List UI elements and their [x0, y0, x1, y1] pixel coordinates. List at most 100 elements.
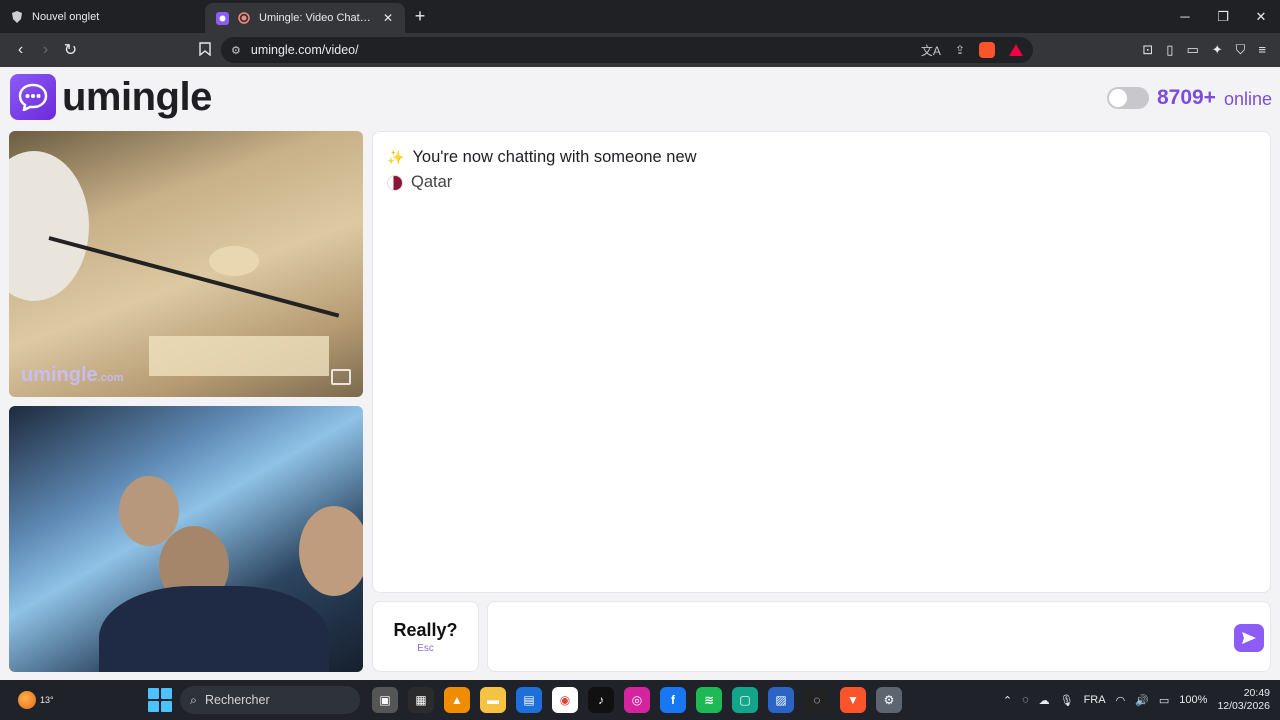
browser-tabbar: Nouvel onglet Umingle: Video Chat with S… [0, 0, 1280, 33]
translate-icon[interactable]: 文A [921, 42, 941, 59]
system-tray: ⌃ ◌ ☁ 🎙 FRA ◠ 🔊 ▭ 100% 20:49 12/03/2026 [1003, 687, 1280, 713]
wallet-icon[interactable]: ▭ [1186, 42, 1198, 58]
close-icon[interactable]: ✕ [1242, 9, 1280, 25]
umingle-favicon-icon [215, 11, 229, 25]
search-placeholder: Rechercher [205, 693, 270, 707]
messaging-app-icon[interactable]: ▢ [732, 687, 758, 713]
chrome-icon[interactable]: ◉ [552, 687, 578, 713]
shirts-shape [99, 586, 329, 672]
site-settings-icon[interactable]: ⚙ [231, 44, 241, 57]
person-shape [9, 151, 89, 301]
weather-widget[interactable]: 13° [0, 691, 60, 709]
spotify-icon[interactable]: ≋ [696, 687, 722, 713]
language-indicator[interactable]: FRA [1084, 694, 1106, 706]
vlc-icon[interactable]: ▲ [444, 687, 470, 713]
weather-icon [18, 691, 36, 709]
system-message: ✨ You're now chatting with someone new [387, 148, 1256, 167]
online-label: online [1223, 89, 1272, 109]
system-message-text: You're now chatting with someone new [412, 148, 697, 166]
minimize-icon[interactable]: ─ [1166, 9, 1204, 25]
date: 12/03/2026 [1217, 700, 1270, 712]
report-icon[interactable] [331, 369, 351, 385]
restore-icon[interactable]: ❐ [1204, 9, 1242, 25]
brave-shield-icon [10, 10, 24, 24]
send-button[interactable] [1234, 624, 1264, 652]
screenshot-icon[interactable]: ⊡ [1142, 42, 1153, 58]
tab-title: Umingle: Video Chat with Strangers [259, 12, 373, 24]
instagram-icon[interactable]: ◎ [624, 687, 650, 713]
skip-label: Really? [393, 619, 458, 640]
browser-toolbar: ‹ › ↻ ⚙ umingle.com/video/ 文A ⇪ ⊡ ▯ ▭ ✦ … [0, 33, 1280, 67]
brave-icon[interactable]: ▼ [840, 687, 866, 713]
rod-shape [48, 236, 340, 318]
message-input[interactable] [502, 622, 1222, 652]
file-explorer-icon[interactable]: ▬ [480, 687, 506, 713]
volume-icon[interactable]: 🔊 [1135, 694, 1149, 707]
temperature: 13° [40, 695, 54, 705]
obs-icon[interactable]: ◌ [804, 687, 830, 713]
tab-umingle[interactable]: Umingle: Video Chat with Strangers ✕ [205, 3, 405, 33]
facebook-icon[interactable]: f [660, 687, 686, 713]
country-name: Qatar [411, 173, 453, 191]
theme-toggle[interactable] [1106, 86, 1149, 109]
online-status: 8709+ online [1106, 85, 1272, 110]
taskbar: 13° ⌕ Rechercher ▣ ▦ ▲ ▬ ▤ ◉ ♪ ◎ f ≋ ▢ ▨… [0, 680, 1280, 720]
page-content: umingle 8709+ online umingle.com ✨ You'r… [0, 67, 1280, 680]
reload-button[interactable]: ↻ [58, 40, 83, 60]
self-video [9, 406, 363, 672]
back-button[interactable]: ‹ [8, 41, 33, 59]
ceiling-light-shape [209, 246, 259, 276]
sparkle-icon: ✨ [387, 149, 405, 165]
start-button[interactable] [148, 688, 172, 712]
tiktok-icon[interactable]: ♪ [588, 687, 614, 713]
stranger-video: umingle.com [9, 131, 363, 397]
forward-button[interactable]: › [33, 41, 58, 59]
photos-icon[interactable]: ▨ [768, 687, 794, 713]
skip-button[interactable]: Really? Esc [372, 601, 479, 672]
site-logo[interactable]: umingle [10, 74, 212, 120]
wifi-icon[interactable]: ◠ [1116, 694, 1126, 707]
time: 20:49 [1243, 687, 1270, 699]
face-shape [299, 506, 363, 596]
settings-icon[interactable]: ⚙ [876, 687, 902, 713]
share-icon[interactable]: ⇪ [955, 43, 965, 57]
media-app-icon[interactable]: ▦ [408, 687, 434, 713]
video-watermark: umingle.com [21, 364, 124, 386]
chat-panel: ✨ You're now chatting with someone new Q… [372, 131, 1271, 593]
tab-title: Nouvel onglet [32, 10, 100, 23]
brave-shields-icon[interactable] [979, 42, 995, 58]
battery-icon[interactable]: ▭ [1159, 694, 1169, 707]
send-icon [1242, 632, 1256, 644]
taskbar-search[interactable]: ⌕ Rechercher [180, 686, 360, 714]
chevron-up-icon[interactable]: ⌃ [1003, 694, 1012, 707]
online-count: 8709+ [1156, 85, 1216, 109]
taskbar-apps: ▣ ▦ ▲ ▬ ▤ ◉ ♪ ◎ f ≋ ▢ ▨ ◌ ▼ ⚙ [372, 687, 902, 713]
tab-new-tab[interactable]: Nouvel onglet [0, 0, 205, 33]
address-bar[interactable]: ⚙ umingle.com/video/ 文A ⇪ [221, 37, 1033, 63]
onedrive-icon[interactable]: ☁ [1039, 694, 1050, 707]
new-tab-button[interactable]: + [405, 6, 435, 27]
bookmark-icon[interactable] [195, 41, 215, 59]
curtain-shape [149, 336, 329, 376]
window-controls: ─ ❐ ✕ [1166, 9, 1280, 25]
obs-tray-icon[interactable]: ◌ [1022, 694, 1029, 706]
sidebar-icon[interactable]: ▯ [1166, 42, 1173, 58]
country-line: Qatar [387, 173, 1256, 192]
qatar-flag-icon [387, 174, 403, 191]
menu-icon[interactable]: ≡ [1258, 42, 1266, 58]
search-icon: ⌕ [190, 692, 198, 707]
brave-rewards-icon[interactable] [1009, 44, 1023, 56]
microphone-icon[interactable]: 🎙 [1060, 694, 1074, 707]
skip-hint: Esc [417, 642, 434, 654]
vpn-icon[interactable]: ⛉ [1236, 42, 1246, 58]
url-text: umingle.com/video/ [250, 43, 359, 57]
message-box [487, 601, 1271, 672]
recording-icon [237, 11, 251, 25]
task-view-icon[interactable]: ▣ [372, 687, 398, 713]
leo-ai-icon[interactable]: ✦ [1212, 42, 1223, 58]
store-icon[interactable]: ▤ [516, 687, 542, 713]
battery-percent: 100% [1179, 694, 1208, 706]
clock[interactable]: 20:49 12/03/2026 [1217, 687, 1270, 713]
tab-close-icon[interactable]: ✕ [381, 11, 395, 25]
chat-bubble-icon [10, 74, 56, 120]
